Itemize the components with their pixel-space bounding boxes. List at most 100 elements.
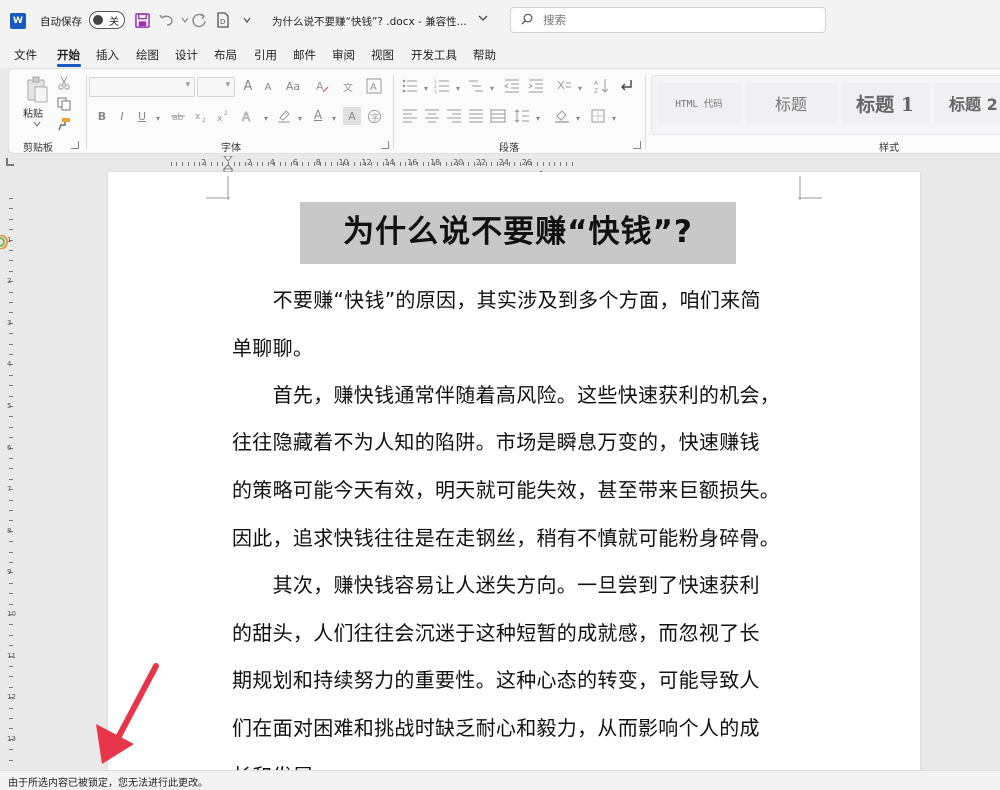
format-painter-icon[interactable] <box>55 115 73 133</box>
chevron-down-icon: ▾ <box>225 80 230 90</box>
show-marks-icon[interactable] <box>617 77 635 95</box>
autosave-toggle[interactable]: 关 <box>89 11 125 29</box>
clipboard-launcher-icon[interactable] <box>71 141 79 149</box>
paragraph-line[interactable]: 的策略可能今天有效，明天就可能失效，甚至带来巨额损失。 <box>232 474 780 503</box>
title-chevron-down-icon[interactable] <box>477 12 489 27</box>
paragraph-line[interactable]: 不要赚“快钱”的原因，其实涉及到多个方面，咱们来简 <box>232 284 761 313</box>
char-border-icon[interactable]: 字 <box>365 107 383 125</box>
save-icon[interactable] <box>133 11 151 29</box>
enclose-char-icon[interactable]: A <box>365 77 383 95</box>
copy-icon[interactable] <box>55 95 73 113</box>
horizontal-ruler: 2 4 6 8 10 12 14 16 18 20 22 24 26 2 <box>0 154 1000 180</box>
ruler-scale[interactable]: 2 4 6 8 10 12 14 16 18 20 22 24 26 2 <box>108 155 920 180</box>
tab-references[interactable]: 引用 <box>254 47 277 63</box>
tab-insert[interactable]: 插入 <box>96 47 119 63</box>
strikethrough-icon[interactable]: ab <box>169 107 187 125</box>
tab-draw[interactable]: 绘图 <box>136 47 159 63</box>
paragraph-line[interactable]: 往往隐藏着不为人知的陷阱。市场是瞬息万变的，快速赚钱 <box>232 426 760 455</box>
vertical-ruler-tick <box>9 270 13 272</box>
tab-home[interactable]: 开始 <box>57 47 80 63</box>
search-box[interactable] <box>510 7 826 33</box>
tab-mailings[interactable]: 邮件 <box>293 47 316 63</box>
distributed-icon[interactable] <box>489 107 507 125</box>
document-page[interactable]: 为什么说不要赚“快钱”? 不要赚“快钱”的原因，其实涉及到多个方面，咱们来简 单… <box>108 172 920 788</box>
right-indent-marker-icon[interactable] <box>536 164 546 180</box>
multilevel-dropdown-icon[interactable]: ▾ <box>483 79 501 97</box>
superscript-icon[interactable]: x2 <box>215 107 233 125</box>
paragraph-line[interactable]: 首先，赚快钱通常伴随着高风险。这些快速获利的机会， <box>232 379 780 408</box>
ruler-number: 12 <box>361 158 372 167</box>
vertical-ruler-number: 9 <box>7 568 12 577</box>
redo-icon[interactable] <box>190 11 208 29</box>
undo-icon[interactable] <box>158 11 176 29</box>
style-heading[interactable]: 标题 <box>745 83 837 123</box>
align-left-icon[interactable] <box>401 107 419 125</box>
paragraph-launcher-icon[interactable] <box>633 141 641 149</box>
search-input[interactable] <box>543 12 813 28</box>
vertical-ruler-tick <box>9 416 13 418</box>
grow-font-icon[interactable]: A <box>239 77 257 95</box>
ruler-tick <box>170 162 172 166</box>
subscript-icon[interactable]: x2 <box>193 107 211 125</box>
style-heading-1[interactable]: 标题 1 <box>841 83 929 123</box>
line-spacing-dropdown-icon[interactable]: ▾ <box>529 109 547 127</box>
shrink-font-icon[interactable]: A <box>259 78 277 96</box>
font-color-dropdown-icon[interactable]: ▾ <box>325 109 343 127</box>
font-launcher-icon[interactable] <box>381 141 389 149</box>
svg-text:A: A <box>370 82 377 93</box>
tab-design[interactable]: 设计 <box>175 47 198 63</box>
style-html-code[interactable]: HTML 代码 <box>657 83 741 123</box>
numbering-dropdown-icon[interactable]: ▾ <box>449 79 467 97</box>
increase-indent-icon[interactable] <box>527 77 545 95</box>
paragraph-line[interactable]: 单聊聊。 <box>232 332 313 361</box>
phonetic-guide-icon[interactable]: 文 <box>339 77 357 95</box>
tab-developer[interactable]: 开发工具 <box>411 47 457 63</box>
vertical-ruler-tick <box>9 385 13 387</box>
paragraph-line[interactable]: 期规划和持续努力的重要性。这种心态的转变，可能导致人 <box>232 664 760 693</box>
cut-icon[interactable] <box>55 74 73 92</box>
paragraph-line[interactable]: 其次，赚快钱容易让人迷失方向。一旦尝到了快速获利 <box>232 569 760 598</box>
tab-view[interactable]: 视图 <box>371 47 394 63</box>
vertical-ruler-tick <box>9 333 13 335</box>
vertical-ruler-tick <box>9 749 13 751</box>
italic-icon[interactable]: I <box>113 107 131 125</box>
paste-label[interactable]: 粘贴 <box>23 105 43 120</box>
text-effects-dropdown-icon[interactable]: ▾ <box>257 109 275 127</box>
borders-dropdown-icon[interactable]: ▾ <box>605 109 623 127</box>
sort-icon[interactable]: AZ <box>593 77 611 95</box>
customize-toolbar-icon[interactable] <box>238 11 256 29</box>
change-case-icon[interactable]: Aa <box>281 77 305 95</box>
chinese-layout-dropdown-icon[interactable]: ▾ <box>571 79 589 97</box>
document-heading[interactable]: 为什么说不要赚“快钱”? <box>300 206 736 251</box>
text-effects-icon[interactable]: A <box>239 107 257 125</box>
clear-formatting-icon[interactable]: A <box>313 77 331 95</box>
tab-file[interactable]: 文件 <box>14 47 37 63</box>
svg-text:3: 3 <box>434 89 437 93</box>
ruler-tick <box>468 162 470 166</box>
char-shading-icon[interactable]: A <box>343 107 361 125</box>
paragraph-line[interactable]: 们在面对困难和挑战时缺乏耐心和毅力，从而影响个人的成 <box>232 712 760 741</box>
align-center-icon[interactable] <box>423 107 441 125</box>
bold-icon[interactable]: B <box>93 107 111 125</box>
align-right-icon[interactable] <box>445 107 463 125</box>
paste-icon[interactable] <box>23 75 51 105</box>
font-size-select[interactable]: ▾ <box>197 77 235 97</box>
paragraph-line[interactable]: 因此，追求快钱往往是在走钢丝，稍有不慎就可能粉身碎骨。 <box>232 522 780 551</box>
tab-review[interactable]: 审阅 <box>332 47 355 63</box>
underline-dropdown-icon[interactable]: ▾ <box>149 109 167 127</box>
tab-help[interactable]: 帮助 <box>473 47 496 63</box>
ruler-tick <box>239 162 241 166</box>
shading-dropdown-icon[interactable]: ▾ <box>569 109 587 127</box>
paste-dropdown-icon[interactable] <box>31 119 43 129</box>
indent-marker-icon[interactable] <box>222 155 234 173</box>
decrease-indent-icon[interactable] <box>503 77 521 95</box>
vertical-ruler-scale[interactable]: 1234567891011121314 <box>6 172 16 784</box>
font-name-select[interactable]: ▾ <box>89 77 195 97</box>
paragraph-line[interactable]: 的甜头，人们往往会沉迷于这种短暂的成就感，而忽视了长 <box>232 617 760 646</box>
justify-icon[interactable] <box>467 107 485 125</box>
style-heading-2[interactable]: 标题 2 <box>935 83 1000 123</box>
tab-layout[interactable]: 布局 <box>214 47 237 63</box>
document-icon[interactable]: D <box>214 11 232 29</box>
tab-selector-icon[interactable] <box>6 158 14 166</box>
highlight-dropdown-icon[interactable]: ▾ <box>291 109 309 127</box>
